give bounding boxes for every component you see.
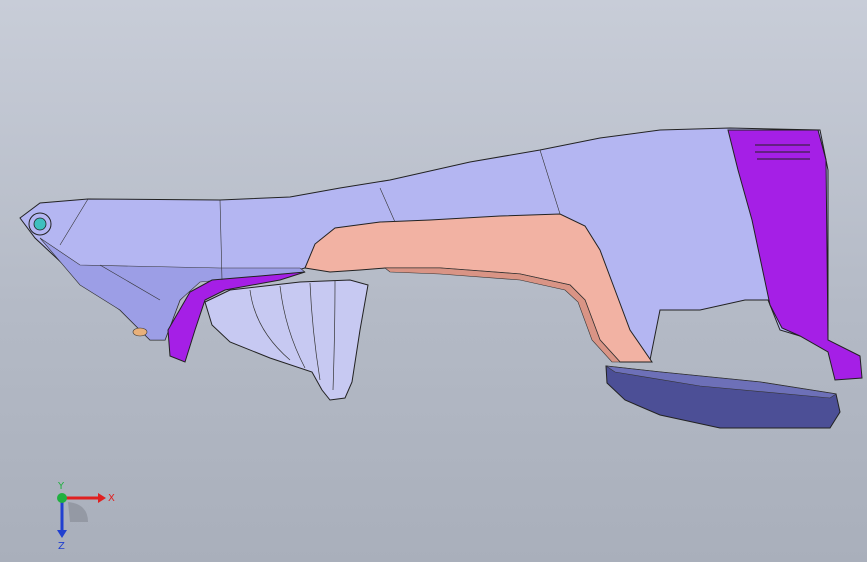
pivot-pin-hole (33, 217, 47, 231)
cad-model[interactable] (0, 0, 867, 562)
3d-viewport[interactable]: X Y Z (0, 0, 867, 562)
funnel[interactable] (204, 279, 369, 401)
z-axis-arrow (57, 530, 67, 538)
y-axis-label: Y (57, 481, 65, 492)
x-axis-arrow (98, 493, 106, 503)
triad-shadow (68, 502, 88, 522)
front-tip (132, 327, 148, 337)
coordinate-triad: X Y Z (57, 481, 115, 552)
y-axis-dot (57, 493, 67, 503)
x-axis-label: X (108, 493, 115, 504)
z-axis-label: Z (58, 541, 65, 552)
